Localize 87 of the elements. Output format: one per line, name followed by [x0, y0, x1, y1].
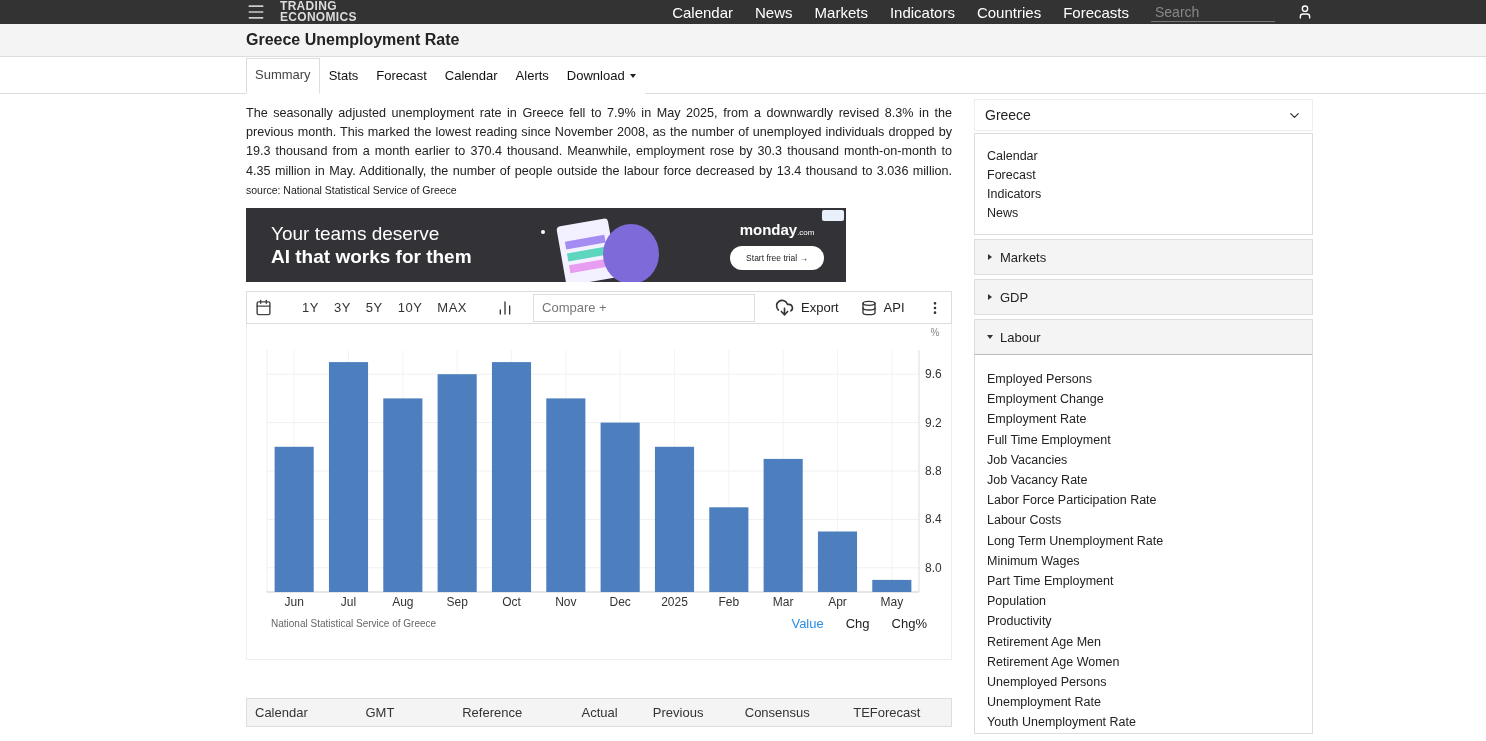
column-header: Actual [581, 705, 619, 720]
sidebar-link[interactable]: Employment Rate [987, 409, 1300, 430]
ad-subline: AI that works for them [271, 245, 473, 268]
section-header[interactable]: Markets [974, 239, 1313, 275]
sidebar-link[interactable]: Productivity [987, 611, 1300, 632]
y-tick-label: 9.6 [925, 367, 942, 382]
bar [872, 579, 912, 592]
mode-link[interactable]: Chg% [891, 616, 927, 631]
nav-link[interactable]: Countries [976, 3, 1042, 21]
nav-link[interactable]: News [755, 3, 793, 21]
nav-link[interactable]: Markets [814, 3, 868, 21]
menu-icon[interactable] [246, 2, 266, 22]
nav-link[interactable]: Indicators [889, 3, 955, 21]
summary-paragraph: The seasonally adjusted unemployment rate in Greece fell to 7.9% in May 2025, from a downwardly revised 8.3% in the previous month. This marked the lowest reading since November 2008, as the number of unemployed individuals dropped by 19.3 thousand from a month earlier to 370.4 thousand. Meanwhile, employment rose by 30.3 thousand month-on-month to 4.35 million in May. Additionally, the number of people outside the labour force decreased by 13.4 thousand to 3.036 million. source: National Statistical Service of Greece [246, 105, 952, 198]
api-button[interactable]: API [860, 299, 905, 316]
range-button[interactable]: MAX [437, 300, 468, 315]
tab[interactable]: Summary [246, 58, 320, 94]
sidebar-link[interactable]: Retirement Age Women [987, 651, 1300, 673]
x-axis-label: Dec [609, 595, 631, 609]
sidebar-link[interactable]: Calendar [987, 148, 1300, 165]
column-header: Previous [652, 705, 705, 720]
cloud-download-icon [775, 298, 795, 317]
x-axis-label: May [880, 595, 904, 609]
bar [817, 531, 858, 592]
x-axis-label: Apr [828, 595, 847, 609]
ad-headline: Your teams deserve [271, 222, 441, 245]
sidebar-link[interactable]: Long Term Unemployment Rate [987, 530, 1300, 551]
x-axis-label: Aug [392, 595, 414, 609]
compare-field[interactable]: Compare + [533, 293, 756, 322]
sidebar-link[interactable]: Job Vacancy Rate [987, 470, 1300, 491]
x-axis-label: Jul [340, 595, 357, 609]
logo[interactable]: TRADING ECONOMICS [280, 1, 357, 23]
column-header: Calendar [255, 705, 309, 720]
sidebar-link[interactable]: News [987, 205, 1300, 222]
nav-link[interactable]: Calendar [672, 3, 734, 21]
ad-brand: monday.com [739, 220, 815, 238]
column-header: Reference [462, 705, 524, 720]
sidebar-link[interactable]: Job Vacancies [987, 449, 1300, 470]
x-axis-label: Nov [555, 595, 577, 609]
mode-link[interactable]: Value [791, 616, 824, 631]
chart-source: National Statistical Service of Greece [271, 618, 437, 629]
y-tick-label: 8.8 [925, 464, 942, 478]
section-header[interactable]: GDP [974, 279, 1313, 315]
database-icon [860, 299, 877, 316]
sidebar-link[interactable]: Youth Unemployment Rate [987, 712, 1300, 733]
section-header[interactable]: Labour [974, 319, 1313, 355]
sidebar-link[interactable]: Full Time Employment [987, 429, 1300, 450]
sidebar-link[interactable]: Population [987, 591, 1300, 612]
y-tick-label: 8.0 [925, 560, 942, 575]
sidebar-link[interactable]: Retirement Age Men [987, 631, 1300, 652]
x-axis-label: Jun [284, 595, 304, 609]
sidebar-link[interactable]: Employment Change [987, 389, 1300, 410]
x-axis-label: Oct [502, 595, 521, 609]
user-icon[interactable] [1297, 4, 1313, 20]
ad-banner[interactable]: Your teams deserve AI that works for them monday.com Start free trial → [246, 208, 846, 282]
y-tick-label: 8.4 [925, 512, 942, 527]
sidebar-link[interactable]: Unemployed Persons [987, 672, 1300, 693]
sidebar-link[interactable]: Forecast [987, 167, 1300, 184]
sidebar-link[interactable]: Employed Persons [987, 369, 1300, 390]
range-button[interactable]: 1Y [302, 300, 319, 315]
unit-label: % [930, 327, 940, 338]
page-title: Greece Unemployment Rate [246, 31, 460, 49]
sidebar-link[interactable]: Indicators [987, 186, 1300, 203]
sidebar-link[interactable]: Labour Costs [987, 510, 1300, 531]
source-link[interactable]: source: National Statistical Service of Greece [246, 183, 457, 196]
column-header: TEForecast [853, 705, 922, 720]
x-axis-label: 2025 [661, 595, 688, 609]
y-tick-label: 9.2 [925, 415, 942, 430]
cta-button[interactable]: Start free trial → [730, 245, 824, 270]
nav-link[interactable]: Forecasts [1063, 3, 1129, 21]
sidebar-link[interactable]: Minimum Wages [987, 550, 1300, 572]
column-header: GMT [365, 705, 396, 720]
range-button[interactable]: 5Y [365, 300, 383, 315]
range-button[interactable]: 10Y [397, 300, 423, 315]
x-axis-label: Mar [772, 595, 794, 609]
country-select[interactable]: Greece [974, 99, 1313, 131]
mode-link[interactable]: Chg [845, 616, 870, 631]
x-axis-label: Sep [446, 595, 468, 609]
x-axis-label: Feb [718, 595, 740, 609]
range-button[interactable]: 3Y [333, 300, 351, 315]
sidebar-link[interactable]: Part Time Employment [987, 571, 1300, 592]
sidebar-link[interactable]: Unemployment Rate [987, 692, 1300, 713]
calendar-icon[interactable] [255, 299, 272, 316]
search-field[interactable]: Search [1151, 2, 1275, 22]
export-button[interactable]: Export [775, 298, 839, 317]
column-header: Consensus [744, 705, 811, 720]
sidebar-link[interactable]: Labor Force Participation Rate [987, 490, 1300, 511]
